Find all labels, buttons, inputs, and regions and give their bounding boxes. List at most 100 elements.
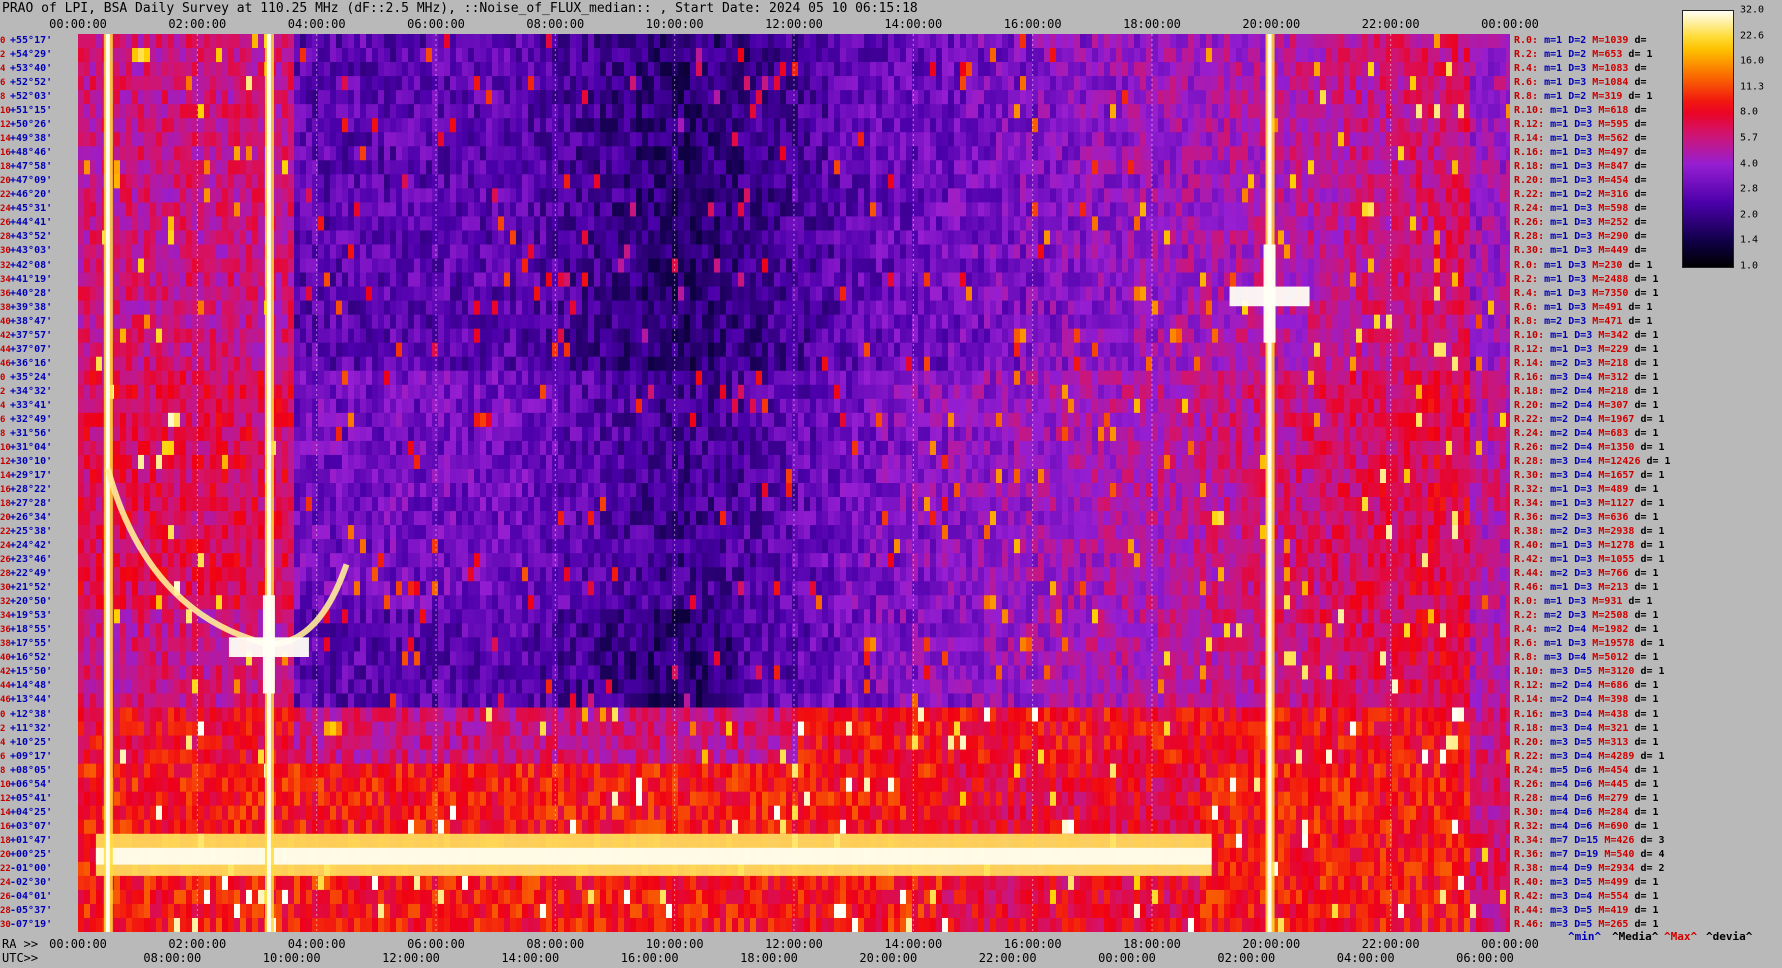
declination-label: 34+41°19' <box>0 273 53 285</box>
declination-label: 10+51°15' <box>0 105 53 117</box>
declination-label: 10+31°04' <box>0 441 53 453</box>
ra-tick-label: 06:00:00 <box>407 937 465 951</box>
ra-axis-label: RA >> <box>2 937 39 951</box>
ra-tick-label: 12:00:00 <box>765 937 823 951</box>
declination-label: 2 +54°29' <box>0 49 53 61</box>
row-stat: R.12: m=1 D=3 M=229 d= 1 <box>1514 343 1659 355</box>
track-mark <box>1267 34 1272 932</box>
declination-label: 26+23°46' <box>0 554 53 566</box>
utc-tick-label: 18:00:00 <box>740 951 798 965</box>
colorbar-label: 16.0 <box>1740 55 1765 67</box>
row-stat: R.18: m=3 D=4 M=321 d= 1 <box>1514 722 1659 734</box>
row-stat: R.8: m=3 D=4 M=5012 d= 1 <box>1514 652 1659 664</box>
row-stat: R.14: m=2 D=4 M=398 d= 1 <box>1514 694 1659 706</box>
row-stat: R.18: m=2 D=4 M=218 d= 1 <box>1514 385 1659 397</box>
declination-label: 22+25°38' <box>0 526 53 538</box>
row-stat: R.20: m=1 D=3 M=454 d= <box>1514 175 1647 187</box>
declination-label: 4 +33°41' <box>0 399 53 411</box>
utc-tick-label: 16:00:00 <box>620 951 679 965</box>
row-stat: R.6: m=1 D=3 M=19578 d= 1 <box>1514 638 1665 650</box>
row-stat: R.8: m=1 D=2 M=319 d= 1 <box>1514 91 1653 103</box>
declination-label: 28-05°37' <box>0 904 53 916</box>
row-stat: R.22: m=2 D=4 M=1967 d= 1 <box>1514 413 1665 425</box>
colorbar-label: 1.0 <box>1740 260 1759 272</box>
top-tick-label: 00:00:00 <box>1481 17 1539 31</box>
declination-label: 40+16°52' <box>0 652 53 664</box>
top-tick-label: 04:00:00 <box>287 17 346 31</box>
band-mark <box>95 847 1212 865</box>
declination-label: 42+15°50' <box>0 666 53 678</box>
row-stat: R.36: m=7 D=19 M=540 d= 4 <box>1514 848 1665 860</box>
row-stat: R.24: m=5 D=6 M=454 d= 1 <box>1514 764 1659 776</box>
row-stat: R.10: m=1 D=3 M=618 d= <box>1514 105 1647 117</box>
top-tick-label: 06:00:00 <box>407 17 465 31</box>
row-stat: R.42: m=1 D=3 M=1055 d= 1 <box>1514 554 1665 566</box>
declination-label: 4 +10°25' <box>0 736 53 748</box>
row-stat: R.24: m=1 D=3 M=598 d= <box>1514 203 1647 215</box>
declination-label: 12+05°41' <box>0 792 53 804</box>
row-stat: R.20: m=3 D=5 M=313 d= 1 <box>1514 736 1659 748</box>
cross-mark <box>1263 244 1276 343</box>
declination-axis: 0 +55°17' 2 +54°29' 4 +53°40' 6 +52°52' 8 +52°03'… <box>0 34 78 932</box>
utc-tick-label: 02:00:00 <box>1217 951 1276 965</box>
row-stat: R.0: m=1 D=2 M=1039 d= <box>1514 35 1647 47</box>
row-stat: R.32: m=4 D=6 M=690 d= 1 <box>1514 820 1659 832</box>
row-stat: R.4: m=2 D=4 M=1982 d= 1 <box>1514 624 1659 636</box>
utc-tick-label: 04:00:00 <box>1336 951 1395 965</box>
colorbar-label: 2.0 <box>1740 209 1759 221</box>
declination-label: 16+48°46' <box>0 147 53 159</box>
row-stat: R.24: m=2 D=4 M=683 d= 1 <box>1514 427 1659 439</box>
row-stat: R.26: m=2 D=4 M=1350 d= 1 <box>1514 441 1665 453</box>
top-tick-label: 02:00:00 <box>168 17 227 31</box>
row-stat: R.34: m=1 D=3 M=1127 d= 1 <box>1514 498 1665 510</box>
row-stat: R.28: m=4 D=6 M=279 d= 1 <box>1514 792 1659 804</box>
declination-label: 26-04°01' <box>0 890 53 902</box>
colorbar-label: 5.7 <box>1740 132 1759 144</box>
row-stat: R.20: m=2 D=4 M=307 d= 1 <box>1514 399 1659 411</box>
utc-tick-label: 22:00:00 <box>978 951 1037 965</box>
declination-label: 0 +12°38' <box>0 708 53 720</box>
utc-tick-label: 06:00:00 <box>1456 951 1514 965</box>
top-tick-label: 16:00:00 <box>1003 17 1062 31</box>
row-stat: R.26: m=1 D=3 M=252 d= <box>1514 217 1647 229</box>
declination-label: 34+19°53' <box>0 610 53 622</box>
ra-tick-label: 20:00:00 <box>1242 937 1301 951</box>
colorbar-label: 8.0 <box>1740 106 1759 118</box>
row-stat: R.2: m=1 D=2 M=653 d= 1 <box>1514 49 1653 61</box>
declination-label: 18+01°47' <box>0 834 53 846</box>
declination-label: 18+47°58' <box>0 161 53 173</box>
row-stat: R.14: m=1 D=3 M=562 d= <box>1514 133 1647 145</box>
declination-label: 6 +09°17' <box>0 750 53 762</box>
top-tick-label: 00:00:00 <box>49 17 107 31</box>
row-stat: R.28: m=1 D=3 M=290 d= <box>1514 231 1647 243</box>
row-stat: R.26: m=4 D=6 M=445 d= 1 <box>1514 778 1659 790</box>
colorbar-label: 32.0 <box>1740 4 1765 16</box>
row-stat: R.2: m=1 D=3 M=2488 d= 1 <box>1514 273 1659 285</box>
declination-label: 28+22°49' <box>0 568 53 580</box>
row-stat: R.16: m=3 D=4 M=312 d= 1 <box>1514 371 1659 383</box>
ra-tick-label: 16:00:00 <box>1003 937 1062 951</box>
row-stat: R.14: m=2 D=3 M=218 d= 1 <box>1514 357 1659 369</box>
row-stat: R.18: m=1 D=3 M=847 d= <box>1514 161 1647 173</box>
utc-tick-label: 08:00:00 <box>143 951 202 965</box>
declination-label: 26+44°41' <box>0 217 53 229</box>
declination-label: 14+04°25' <box>0 806 53 818</box>
top-tick-label: 18:00:00 <box>1123 17 1181 31</box>
declination-label: 2 +34°32' <box>0 385 53 397</box>
row-stat: R.4: m=1 D=3 M=1083 d= <box>1514 63 1647 75</box>
heatmap-plot[interactable] <box>78 34 1510 932</box>
cross-mark <box>262 595 275 694</box>
utc-tick-label: 00:00:00 <box>1098 951 1156 965</box>
row-stat: R.4: m=1 D=3 M=7350 d= 1 <box>1514 287 1659 299</box>
utc-tick-label: 20:00:00 <box>859 951 918 965</box>
declination-label: 14+29°17' <box>0 469 53 481</box>
row-stat: R.32: m=1 D=3 M=489 d= 1 <box>1514 484 1659 496</box>
declination-label: 4 +53°40' <box>0 63 53 75</box>
declination-label: 38+17°55' <box>0 638 53 650</box>
ra-tick-label: 18:00:00 <box>1123 937 1181 951</box>
declination-label: 0 +55°17' <box>0 35 53 47</box>
row-stat: R.28: m=3 D=4 M=12426 d= 1 <box>1514 455 1671 467</box>
declination-label: 28+43°52' <box>0 231 53 243</box>
row-stat: R.44: m=2 D=3 M=766 d= 1 <box>1514 568 1659 580</box>
row-stat: R.44: m=3 D=5 M=419 d= 1 <box>1514 904 1659 916</box>
